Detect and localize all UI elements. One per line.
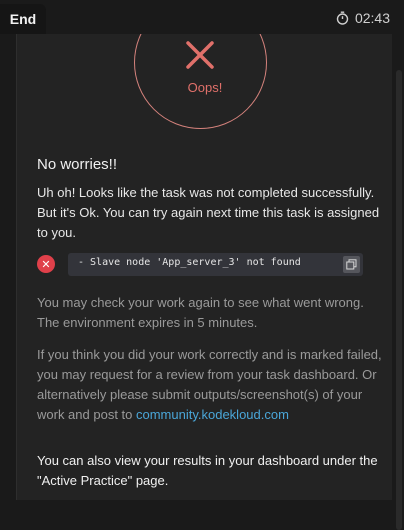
dashboard-note: You can also view your results in your d… — [37, 453, 378, 488]
timer: 02:43 — [336, 9, 390, 27]
error-icon: ✕ — [37, 255, 55, 273]
top-bar: End 02:43 — [0, 0, 404, 34]
page-heading: No worries!! — [37, 156, 118, 173]
tab-end[interactable]: End — [0, 4, 46, 34]
error-message: - Slave node 'App_server_3' not found — [78, 257, 301, 268]
tab-end-label: End — [9, 11, 37, 27]
status-text: Oops! — [187, 80, 223, 95]
stopwatch-icon — [336, 11, 349, 25]
check-again-text: You may check your work again to see wha… — [37, 295, 364, 330]
error-code-box: - Slave node 'App_server_3' not found — [68, 253, 363, 276]
result-panel: Oops! No worries!! Uh oh! Looks like the… — [16, 34, 393, 500]
timer-value: 02:43 — [354, 10, 390, 26]
fail-x-icon — [184, 39, 216, 76]
copy-button[interactable] — [343, 256, 360, 273]
scrollbar[interactable] — [392, 34, 404, 530]
review-text: If you think you did your work correctly… — [37, 345, 389, 425]
scrollbar-thumb[interactable] — [396, 70, 402, 530]
intro-text: Uh oh! Looks like the task was not compl… — [37, 185, 380, 240]
error-row: ✕ - Slave node 'App_server_3' not found — [37, 253, 363, 276]
copy-icon — [346, 259, 357, 270]
community-link[interactable]: community.kodekloud.com — [136, 407, 289, 422]
